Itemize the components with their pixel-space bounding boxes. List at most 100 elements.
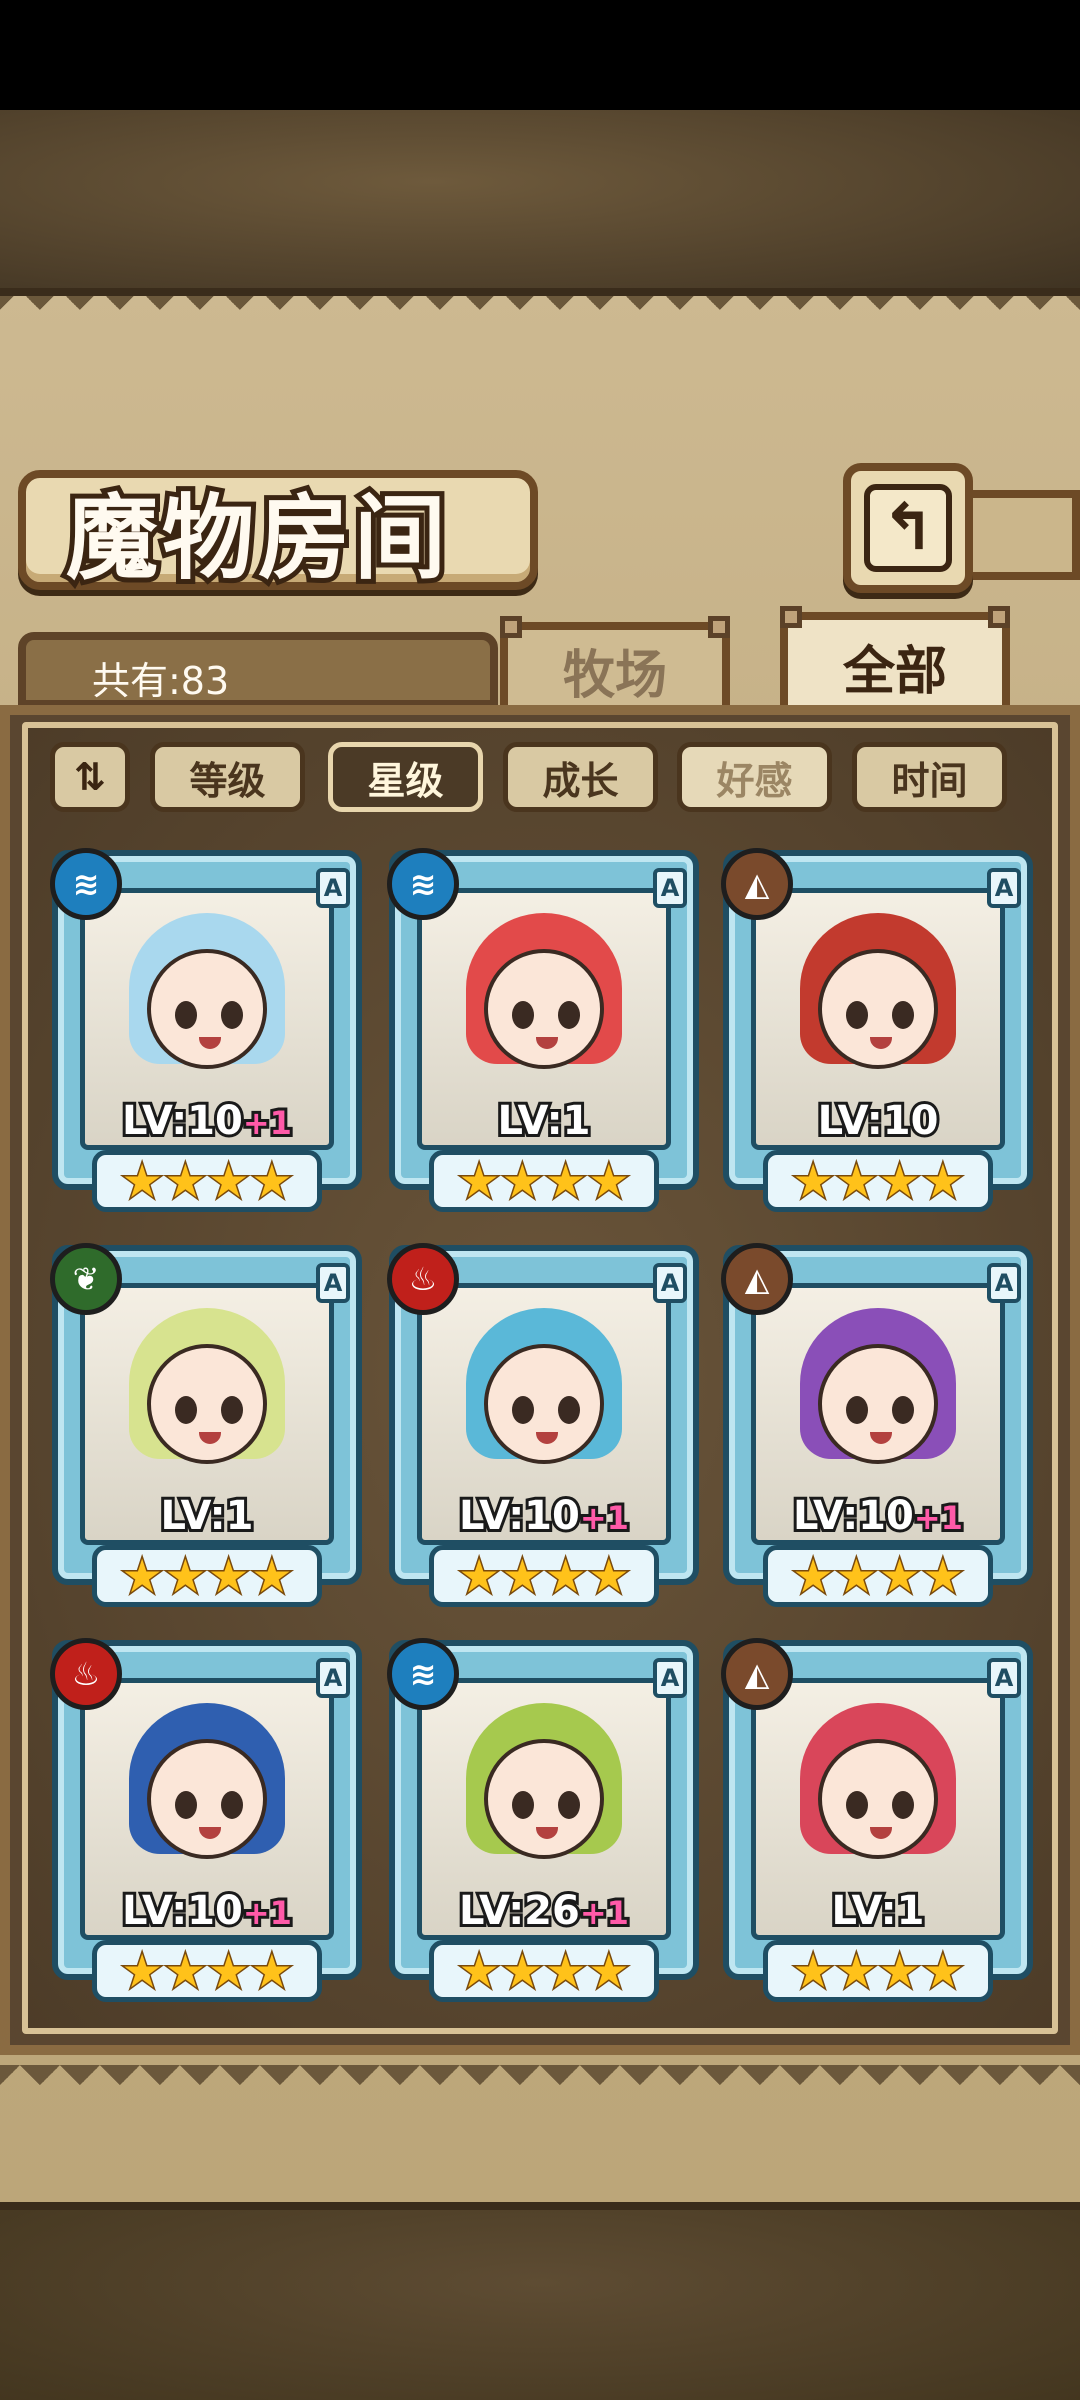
level-bonus: +1 <box>240 1101 295 1145</box>
count-bar <box>18 632 498 708</box>
star-rating: ★ ★ ★ ★ <box>429 1545 659 1607</box>
star-rating: ★ ★ ★ ★ <box>763 1940 993 2002</box>
level-text: LV:26 <box>456 1885 583 1937</box>
water-element-icon: ≋ <box>387 848 459 920</box>
monster-card[interactable]: A ♨ LV:10+1 ★ ★ ★ ★ <box>50 1638 362 2010</box>
earth-element-icon: ◭ <box>721 848 793 920</box>
monster-face <box>818 1738 938 1859</box>
sort-by-affection-button[interactable]: 好感 <box>677 742 832 812</box>
torn-edge-bottom <box>0 2065 1080 2105</box>
map-background-bottom <box>0 2205 1080 2400</box>
star-icon: ★ <box>543 1153 587 1210</box>
star-icon: ★ <box>500 1548 544 1605</box>
tab-pin <box>988 606 1010 628</box>
sort-order-icon: ⇅ <box>74 755 106 799</box>
eye <box>175 1395 197 1424</box>
water-element-icon: ≋ <box>50 848 122 920</box>
monster-level: LV:1 <box>417 1095 671 1147</box>
monster-card[interactable]: A ◭ LV:10 ★ ★ ★ ★ <box>721 848 1033 1220</box>
sort-label: 等级 <box>189 758 266 803</box>
star-icon: ★ <box>250 1548 294 1605</box>
monster-level: LV:10+1 <box>751 1490 1005 1542</box>
monster-card[interactable]: A ≋ LV:1 ★ ★ ★ ★ <box>387 848 699 1220</box>
level-text: LV:10 <box>119 1885 246 1937</box>
star-icon: ★ <box>206 1548 250 1605</box>
sort-by-level-button[interactable]: 等级 <box>150 742 305 812</box>
mouth <box>199 1036 221 1049</box>
monster-card[interactable]: A ≋ LV:10+1 ★ ★ ★ ★ <box>50 848 362 1220</box>
water-element-icon: ≋ <box>387 1638 459 1710</box>
monster-face <box>484 948 604 1069</box>
sort-label: 成长 <box>542 758 619 803</box>
mouth <box>199 1826 221 1839</box>
monster-card[interactable]: A ◭ LV:1 ★ ★ ★ ★ <box>721 1638 1033 2010</box>
star-icon: ★ <box>457 1943 501 2000</box>
star-rating: ★ ★ ★ ★ <box>92 1545 322 1607</box>
back-button[interactable]: ↰ <box>843 463 973 593</box>
eye <box>512 1790 534 1819</box>
mouth <box>536 1826 558 1839</box>
monster-count: 共有:83 <box>92 659 230 703</box>
tab-ranch[interactable]: 牧场 <box>500 616 730 718</box>
monster-card[interactable]: A ❦ LV:1 ★ ★ ★ ★ <box>50 1243 362 1615</box>
star-icon: ★ <box>543 1943 587 2000</box>
monster-face <box>818 948 938 1069</box>
divider <box>0 288 1080 296</box>
sort-order-toggle[interactable]: ⇅ <box>50 742 130 812</box>
divider <box>0 2202 1080 2210</box>
tab-pin <box>708 616 730 638</box>
earth-element-icon: ◭ <box>721 1243 793 1315</box>
rank-badge: A <box>987 1263 1021 1303</box>
status-bar <box>0 0 1080 110</box>
star-icon: ★ <box>921 1943 965 2000</box>
sort-by-time-button[interactable]: 时间 <box>852 742 1007 812</box>
monster-card[interactable]: A ◭ LV:10+1 ★ ★ ★ ★ <box>721 1243 1033 1615</box>
eye <box>558 1790 580 1819</box>
star-rating: ★ ★ ★ ★ <box>763 1545 993 1607</box>
star-icon: ★ <box>250 1153 294 1210</box>
sort-by-star-button[interactable]: 星级 <box>328 742 483 812</box>
sort-label: 星级 <box>367 758 444 803</box>
star-icon: ★ <box>877 1943 921 2000</box>
torn-edge-top <box>0 290 1080 330</box>
eye <box>512 1395 534 1424</box>
level-text: LV:1 <box>158 1490 257 1542</box>
star-icon: ★ <box>587 1548 631 1605</box>
eye <box>558 1395 580 1424</box>
star-icon: ★ <box>834 1548 878 1605</box>
eye <box>892 1395 914 1424</box>
sort-by-growth-button[interactable]: 成长 <box>503 742 658 812</box>
eye <box>846 1000 868 1029</box>
rank-badge: A <box>987 868 1021 908</box>
star-icon: ★ <box>500 1153 544 1210</box>
title-plate: 魔物房间 <box>18 470 538 597</box>
fire-element-icon: ♨ <box>50 1638 122 1710</box>
star-icon: ★ <box>921 1153 965 1210</box>
tab-pin <box>780 606 802 628</box>
rank-badge: A <box>653 1263 687 1303</box>
earth-element-icon: ◭ <box>721 1638 793 1710</box>
star-icon: ★ <box>834 1153 878 1210</box>
eye <box>175 1790 197 1819</box>
monster-level: LV:1 <box>751 1885 1005 1937</box>
level-text: LV:10 <box>456 1490 583 1542</box>
monster-card[interactable]: A ≋ LV:26+1 ★ ★ ★ ★ <box>387 1638 699 2010</box>
monster-card[interactable]: A ♨ LV:10+1 ★ ★ ★ ★ <box>387 1243 699 1615</box>
rank-badge: A <box>653 868 687 908</box>
monster-face <box>147 1343 267 1464</box>
star-icon: ★ <box>791 1153 835 1210</box>
rank-badge: A <box>987 1658 1021 1698</box>
mouth <box>870 1431 892 1444</box>
eye <box>221 1000 243 1029</box>
monster-face <box>147 1738 267 1859</box>
monster-face <box>484 1738 604 1859</box>
rank-badge: A <box>316 868 350 908</box>
star-icon: ★ <box>206 1153 250 1210</box>
star-icon: ★ <box>877 1548 921 1605</box>
tab-all[interactable]: 全部 <box>780 606 1010 720</box>
monster-face <box>818 1343 938 1464</box>
star-icon: ★ <box>500 1943 544 2000</box>
level-text: LV:10 <box>790 1490 917 1542</box>
star-icon: ★ <box>120 1548 164 1605</box>
page-title: 魔物房间 <box>61 479 451 597</box>
